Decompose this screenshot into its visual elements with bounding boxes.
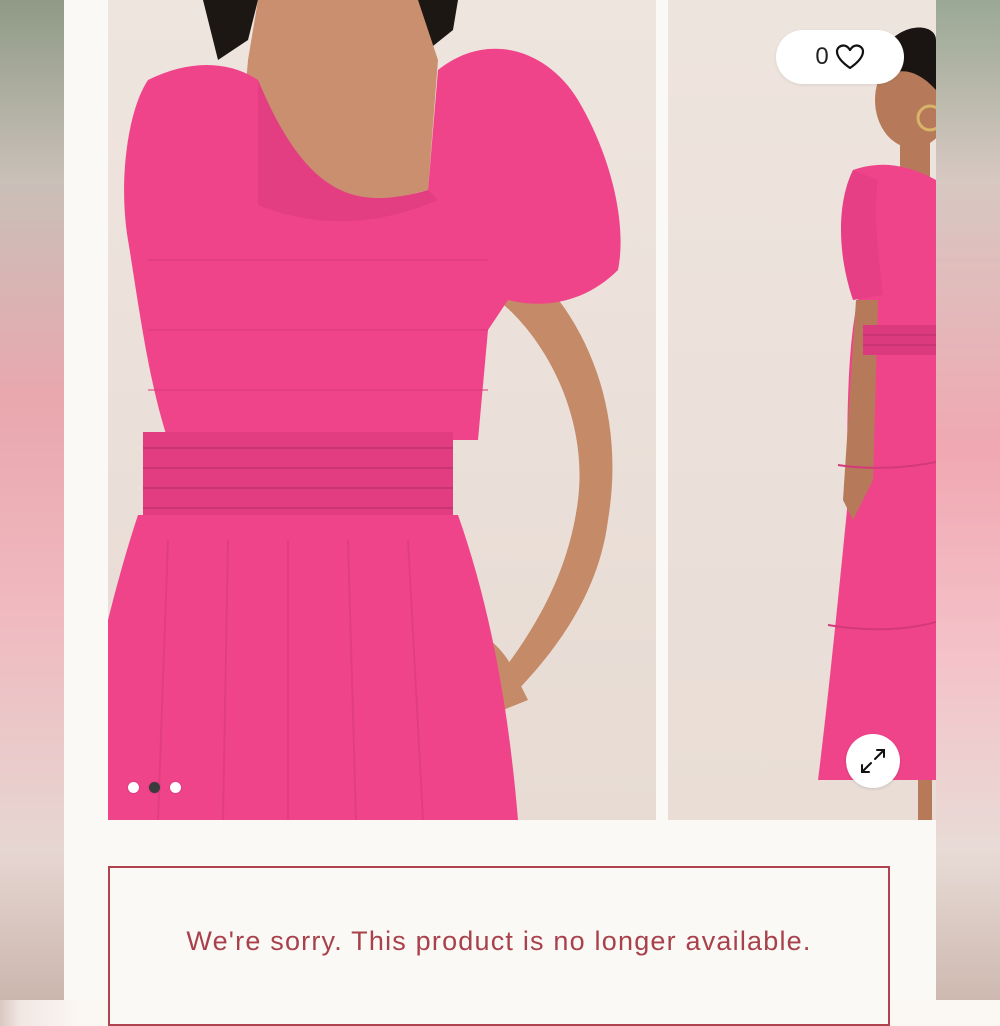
expand-image-button[interactable] [846, 734, 900, 788]
expand-icon [858, 746, 888, 776]
background-right-edge [936, 0, 1000, 1000]
carousel-pagination [128, 782, 181, 793]
background-left-edge [0, 0, 64, 1000]
heart-icon [835, 43, 865, 71]
carousel-dot-3[interactable] [170, 782, 181, 793]
carousel-dot-2[interactable] [149, 782, 160, 793]
carousel-dot-1[interactable] [128, 782, 139, 793]
product-image-front[interactable] [108, 0, 656, 820]
wishlist-count: 0 [815, 43, 829, 70]
product-image-back[interactable] [668, 0, 936, 820]
wishlist-button[interactable]: 0 [776, 30, 904, 84]
product-unavailable-notice: We're sorry. This product is no longer a… [108, 866, 890, 1026]
unavailable-message: We're sorry. This product is no longer a… [186, 926, 812, 956]
